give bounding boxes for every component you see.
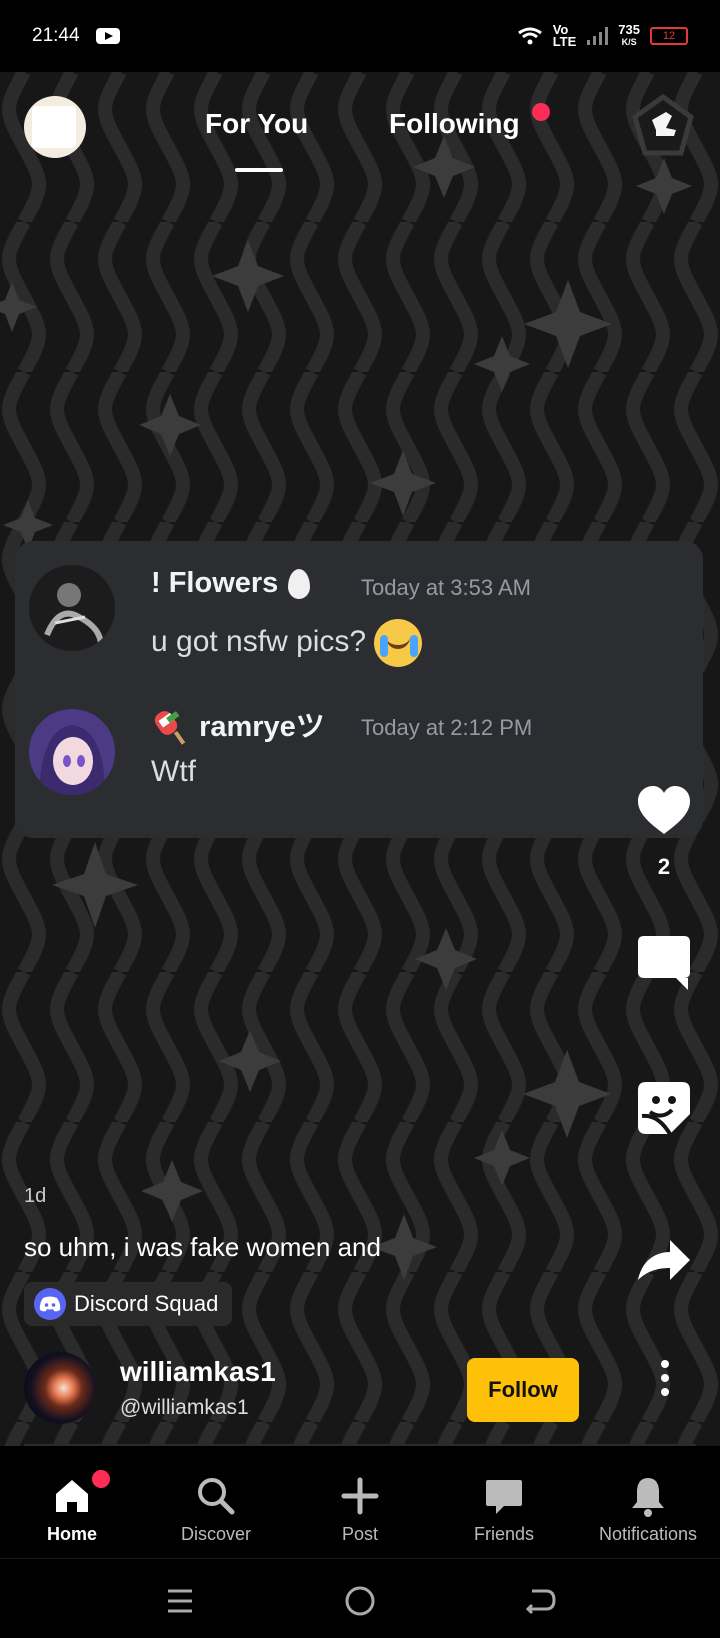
message-time-1: Today at 3:53 AM [361, 575, 531, 600]
profile-avatar[interactable] [24, 96, 86, 158]
top-navigation: For You Following [0, 72, 720, 182]
community-tag-label: Discord Squad [74, 1291, 219, 1316]
following-notification-dot [532, 103, 550, 121]
bottom-navigation: Home Discover Post Friends Notifications [0, 1446, 720, 1558]
network-label-bottom: LTE [552, 34, 577, 49]
nav-home[interactable]: Home [0, 1446, 144, 1558]
recent-apps-icon[interactable] [160, 1581, 200, 1621]
comment-icon[interactable] [636, 934, 692, 990]
nav-friends-label: Friends [473, 1524, 535, 1544]
crying-face-icon [374, 619, 423, 667]
nav-discover[interactable]: Discover [144, 1446, 288, 1558]
message-author-1: ! Flowers [151, 567, 279, 599]
tab-following[interactable]: Following [389, 108, 520, 140]
plus-icon [341, 1477, 379, 1515]
message-time-2: Today at 2:12 PM [361, 715, 533, 740]
sticker-icon[interactable] [636, 1080, 692, 1136]
follow-button[interactable]: Follow [467, 1358, 579, 1422]
author-name[interactable]: williamkas1 [120, 1356, 276, 1388]
post-age: 1d [24, 1185, 47, 1207]
battery-indicator: 12 [650, 27, 688, 45]
heart-icon[interactable] [636, 784, 692, 840]
youtube-icon [95, 28, 120, 44]
status-time: 21:44 [32, 25, 80, 46]
author-avatar[interactable] [24, 1352, 96, 1424]
speed-unit: K/S [621, 37, 637, 47]
signal-icon [587, 27, 609, 45]
tab-for-you[interactable]: For You [205, 108, 308, 140]
wifi-icon [517, 27, 542, 45]
status-bar: 21:44 Vo LTE 735 K/S 12 [0, 0, 720, 72]
home-icon [56, 1480, 88, 1512]
more-options-icon[interactable] [653, 1358, 677, 1406]
droplet-icon [288, 569, 311, 600]
nav-friends[interactable]: Friends [432, 1446, 576, 1558]
search-icon [198, 1478, 235, 1515]
nav-post[interactable]: Post [288, 1446, 432, 1558]
active-tab-indicator [235, 168, 283, 172]
avatar-image [32, 106, 76, 148]
discord-message-screenshot: ! Flowers Today at 3:53 AM u got nsfw pi… [15, 541, 703, 838]
message-text-1: u got nsfw pics? [151, 624, 367, 658]
like-count: 2 [657, 854, 671, 879]
nav-home-label: Home [46, 1524, 97, 1544]
system-navigation-bar [0, 1558, 720, 1638]
message-text-2: Wtf [151, 755, 196, 788]
post-caption[interactable]: so uhm, i was fake women and [24, 1232, 381, 1263]
speed-value: 735 [618, 22, 640, 37]
nav-discover-label: Discover [180, 1524, 251, 1544]
discord-icon [34, 1288, 66, 1320]
message-author-2: ramryeツ [199, 711, 325, 743]
nav-notifications-label: Notifications [598, 1524, 698, 1544]
leaderboard-badge-icon[interactable] [628, 92, 698, 162]
share-icon[interactable] [636, 1234, 692, 1290]
back-icon[interactable] [520, 1581, 560, 1621]
author-handle: @williamkas1 [120, 1396, 249, 1419]
home-notification-dot [92, 1470, 110, 1488]
nav-notifications[interactable]: Notifications [576, 1446, 720, 1558]
home-button-icon[interactable] [340, 1581, 380, 1621]
flowers-avatar [29, 565, 115, 651]
chat-bubble-icon [486, 1480, 522, 1514]
popsicle-icon [154, 711, 186, 746]
bell-icon [632, 1478, 664, 1517]
ramrye-avatar [29, 709, 115, 795]
nav-post-label: Post [341, 1524, 379, 1544]
community-tag[interactable]: Discord Squad [24, 1282, 233, 1326]
